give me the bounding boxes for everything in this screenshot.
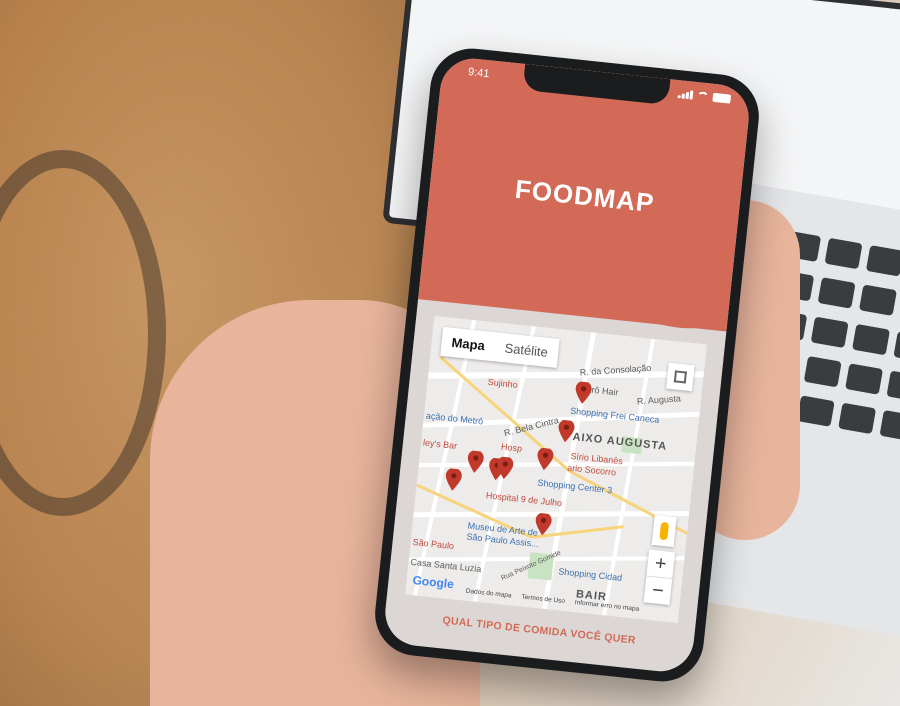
map-pin-icon[interactable] — [466, 450, 484, 474]
map-tab-mapa[interactable]: Mapa — [440, 327, 496, 361]
wifi-icon — [696, 91, 710, 102]
map-label: Hosp — [500, 441, 523, 454]
fullscreen-button[interactable] — [666, 362, 695, 392]
zoom-control: + − — [643, 549, 676, 606]
status-time: 9:41 — [467, 66, 491, 81]
map-view[interactable]: Mapa Satélite R. da Consolação Sujinho R… — [405, 315, 707, 623]
map-pin-icon[interactable] — [574, 381, 592, 405]
map-pin-icon[interactable] — [444, 467, 462, 492]
map-pin-icon[interactable] — [534, 512, 552, 537]
map-pin-icon[interactable] — [536, 447, 554, 471]
fullscreen-icon — [673, 370, 687, 384]
street-view-button[interactable] — [651, 514, 677, 548]
map-pin-icon[interactable] — [496, 456, 514, 480]
signal-icon — [677, 89, 694, 100]
phone-screen: 9:41 FOODMAP Mapa Satélite R. da Consola… — [382, 55, 752, 675]
pegman-icon — [659, 521, 670, 541]
phone-frame: 9:41 FOODMAP Mapa Satélite R. da Consola… — [371, 44, 763, 686]
zoom-out-icon[interactable]: − — [643, 575, 673, 606]
map-pin-icon[interactable] — [557, 419, 575, 443]
battery-icon — [712, 92, 732, 104]
zoom-in-icon[interactable]: + — [646, 550, 675, 579]
